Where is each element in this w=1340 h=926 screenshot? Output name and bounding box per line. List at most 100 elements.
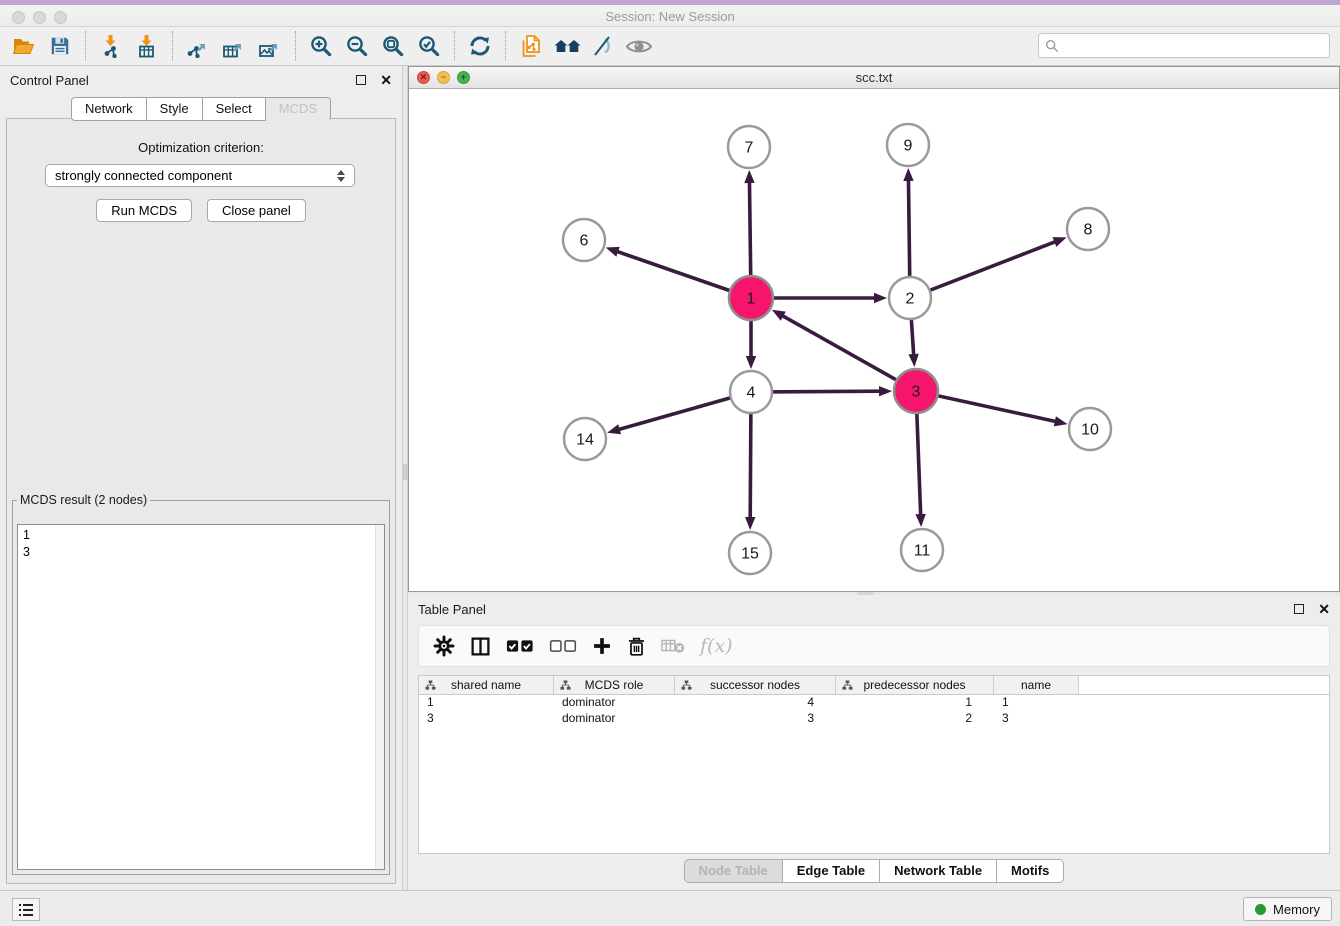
graph-node-1[interactable]: 1 [729, 276, 773, 320]
table-header-row: shared nameMCDS rolesuccessor nodesprede… [419, 676, 1329, 695]
tab-node-table[interactable]: Node Table [684, 859, 783, 883]
graph-node-label: 3 [912, 384, 921, 401]
table-cell[interactable]: dominator [554, 695, 675, 711]
control-panel-tabs: NetworkStyleSelectMCDS [0, 97, 402, 121]
column-header-name[interactable]: name [994, 676, 1079, 694]
graph-node-3[interactable]: 3 [894, 369, 938, 413]
add-row-button[interactable] [592, 636, 612, 656]
graph-node-9[interactable]: 9 [887, 124, 929, 166]
graph-edge-2-8[interactable] [910, 237, 1067, 298]
graph-edge-3-10[interactable] [916, 391, 1068, 426]
split-columns-button[interactable] [470, 636, 491, 657]
graph-node-14[interactable]: 14 [564, 418, 606, 460]
table-cell[interactable]: dominator [554, 711, 675, 727]
delete-row-button[interactable] [627, 636, 646, 657]
function-builder-icon: f(x) [700, 635, 733, 657]
graph-node-7[interactable]: 7 [728, 126, 770, 168]
import-network-button[interactable] [93, 30, 129, 62]
mcds-result-box[interactable]: 13 [17, 524, 385, 870]
delete-table-button[interactable] [661, 637, 685, 655]
settings-gear-button[interactable] [433, 635, 455, 657]
zoom-out-button[interactable] [339, 30, 375, 62]
table-cell[interactable]: 1 [836, 695, 994, 711]
column-header-MCDS-role[interactable]: MCDS role [554, 676, 675, 694]
table-row[interactable]: 1dominator411 [419, 695, 1329, 711]
close-table-panel-icon[interactable]: ✕ [1318, 604, 1330, 614]
duplicate-network-button[interactable] [513, 30, 549, 62]
vertical-splitter-grip[interactable] [403, 464, 407, 480]
table-cell[interactable]: 3 [675, 711, 836, 727]
table-cell[interactable]: 2 [836, 711, 994, 727]
select-all-button[interactable] [506, 639, 534, 653]
result-scrollbar[interactable] [375, 525, 384, 869]
network-window-controls: ✕−+ [409, 71, 470, 84]
optimization-criterion-label: Optimization criterion: [7, 140, 395, 155]
mcds-result-lines: 13 [23, 527, 384, 561]
export-network-button[interactable] [180, 30, 216, 62]
first-neighbors-button[interactable] [549, 30, 585, 62]
function-builder-button[interactable]: f(x) [700, 635, 733, 657]
column-header-predecessor-nodes[interactable]: predecessor nodes [836, 676, 994, 694]
zoom-selected-icon [417, 34, 441, 58]
column-header-shared-name[interactable]: shared name [419, 676, 554, 694]
apply-layout-button[interactable] [462, 30, 498, 62]
app-titlebar: Session: New Session [0, 0, 1340, 27]
zoom-fit-button[interactable] [375, 30, 411, 62]
float-panel-icon[interactable] [356, 75, 366, 85]
zoom-selected-button[interactable] [411, 30, 447, 62]
export-network-icon [186, 34, 210, 58]
search-box[interactable] [1038, 33, 1330, 58]
table-cell[interactable]: 3 [419, 711, 554, 727]
table-cell[interactable]: 4 [675, 695, 836, 711]
tab-style[interactable]: Style [147, 97, 203, 121]
deselect-all-button[interactable] [549, 639, 577, 653]
memory-button[interactable]: Memory [1243, 897, 1332, 921]
table-cell[interactable]: 1 [419, 695, 554, 711]
tab-edge-table[interactable]: Edge Table [783, 859, 880, 883]
show-graphics-details-button[interactable] [585, 30, 621, 62]
float-table-panel-icon[interactable] [1294, 604, 1304, 614]
graph-edge-3-1[interactable] [772, 310, 916, 391]
table-row[interactable]: 3dominator323 [419, 711, 1329, 727]
task-history-button[interactable] [12, 898, 40, 921]
tab-mcds[interactable]: MCDS [266, 97, 331, 121]
hide-graphics-details-button[interactable] [621, 30, 657, 62]
table-cell[interactable]: 3 [994, 711, 1079, 727]
graph-node-8[interactable]: 8 [1067, 208, 1109, 250]
tab-motifs[interactable]: Motifs [997, 859, 1064, 883]
graph-node-label: 4 [747, 385, 756, 402]
result-line: 3 [23, 544, 384, 561]
graph-node-15[interactable]: 15 [729, 532, 771, 574]
mcds-result-fieldset: MCDS result (2 nodes) 13 [12, 493, 390, 875]
graph-node-10[interactable]: 10 [1069, 408, 1111, 450]
tab-select[interactable]: Select [203, 97, 266, 121]
open-session-button[interactable] [6, 30, 42, 62]
tab-network-table[interactable]: Network Table [880, 859, 997, 883]
tab-network[interactable]: Network [71, 97, 147, 121]
network-canvas[interactable]: 1 2 3 4 6 7 8 9 10 11 14 15 [409, 89, 1339, 591]
graph-edge-4-14[interactable] [607, 392, 751, 434]
close-view-button[interactable]: ✕ [417, 71, 430, 84]
graph-node-2[interactable]: 2 [889, 277, 931, 319]
save-session-button[interactable] [42, 30, 78, 62]
column-header-successor-nodes[interactable]: successor nodes [675, 676, 836, 694]
close-panel-icon[interactable]: ✕ [380, 75, 392, 85]
graph-node-11[interactable]: 11 [901, 529, 943, 571]
search-input[interactable] [1059, 37, 1323, 54]
criterion-select[interactable]: strongly connected component [45, 164, 355, 187]
table-cell[interactable]: 1 [994, 695, 1079, 711]
network-window-titlebar[interactable]: scc.txt ✕−+ [409, 67, 1339, 89]
run-mcds-button[interactable]: Run MCDS [96, 199, 192, 222]
mcds-panel: Optimization criterion: strongly connect… [6, 118, 396, 884]
graph-node-label: 11 [914, 543, 931, 560]
graph-node-6[interactable]: 6 [563, 219, 605, 261]
import-table-button[interactable] [129, 30, 165, 62]
minimize-view-button[interactable]: − [437, 71, 450, 84]
close-panel-button[interactable]: Close panel [207, 199, 306, 222]
export-image-button[interactable] [252, 30, 288, 62]
zoom-in-button[interactable] [303, 30, 339, 62]
graph-node-4[interactable]: 4 [730, 371, 772, 413]
maximize-view-button[interactable]: + [457, 71, 470, 84]
export-table-button[interactable] [216, 30, 252, 62]
toolbar-separator [85, 31, 86, 61]
